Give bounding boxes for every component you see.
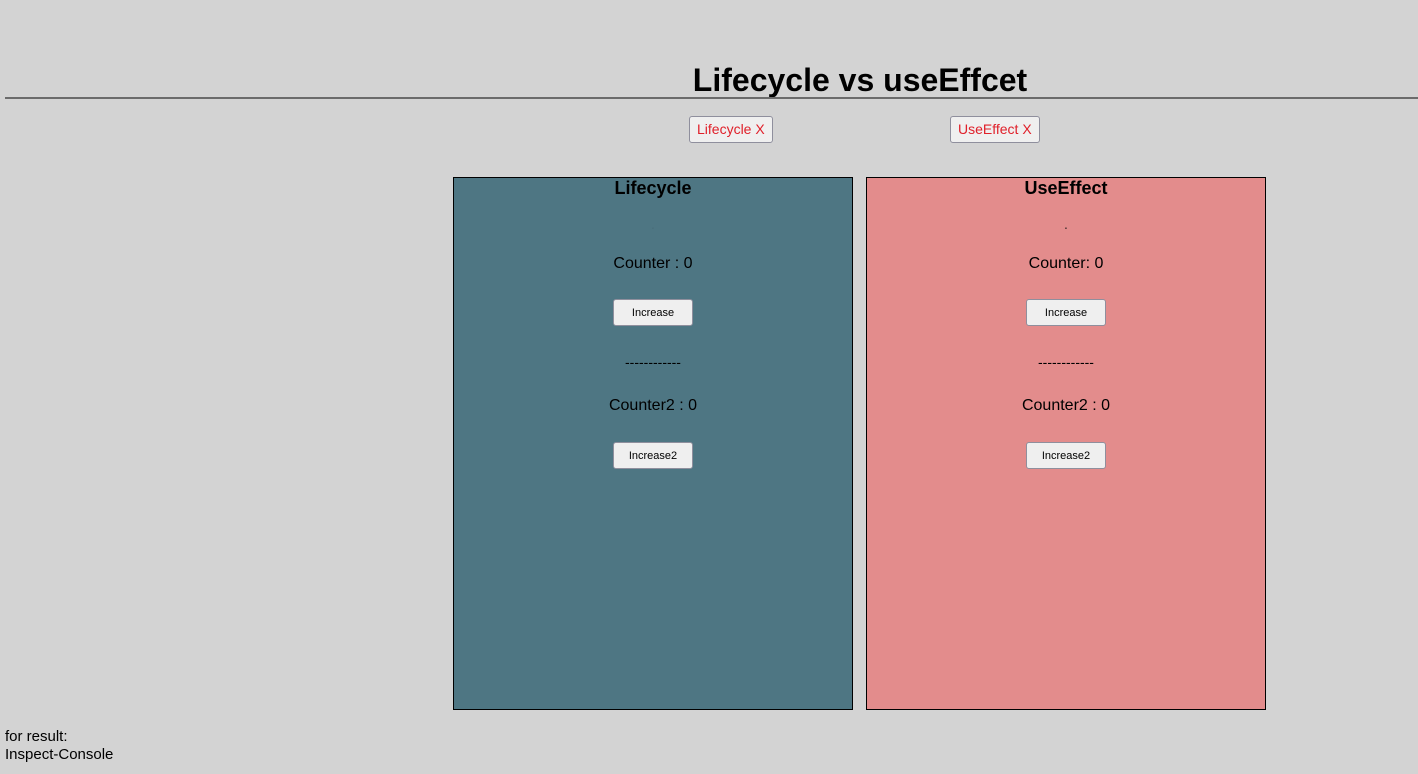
useeffect-counter-text: Counter: 0: [1028, 255, 1104, 272]
page-title: Lifecycle vs useEffcet: [692, 62, 1028, 98]
useeffect-toggle-button[interactable]: UseEffect X: [950, 116, 1040, 143]
lifecycle-panel-title: Lifecycle: [614, 178, 692, 198]
lifecycle-increase-button[interactable]: Increase: [613, 299, 693, 326]
footer-note: for result: Inspect-Console: [5, 728, 113, 764]
useeffect-counter2-text: Counter2 : 0: [1021, 397, 1111, 414]
lifecycle-counter-text: Counter : 0: [613, 255, 693, 272]
lifecycle-counter2-text: Counter2 : 0: [608, 397, 698, 414]
lifecycle-render-marker: .: [651, 216, 655, 232]
useeffect-increase-button[interactable]: Increase: [1026, 299, 1106, 326]
useeffect-panel: UseEffect . Counter: 0 Increase --------…: [866, 177, 1266, 710]
lifecycle-panel: Lifecycle . Counter : 0 Increase -------…: [453, 177, 853, 710]
lifecycle-toggle-button[interactable]: Lifecycle X: [689, 116, 773, 143]
title-divider: [5, 97, 1418, 99]
lifecycle-divider: ------------: [625, 354, 681, 370]
useeffect-panel-title: UseEffect: [1024, 178, 1108, 198]
useeffect-render-marker: .: [1064, 216, 1068, 232]
footer-line-1: for result:: [5, 728, 68, 745]
useeffect-increase2-button[interactable]: Increase2: [1026, 442, 1106, 469]
useeffect-divider: ------------: [1038, 354, 1094, 370]
lifecycle-increase2-button[interactable]: Increase2: [613, 442, 693, 469]
footer-line-2: Inspect-Console: [5, 746, 114, 763]
